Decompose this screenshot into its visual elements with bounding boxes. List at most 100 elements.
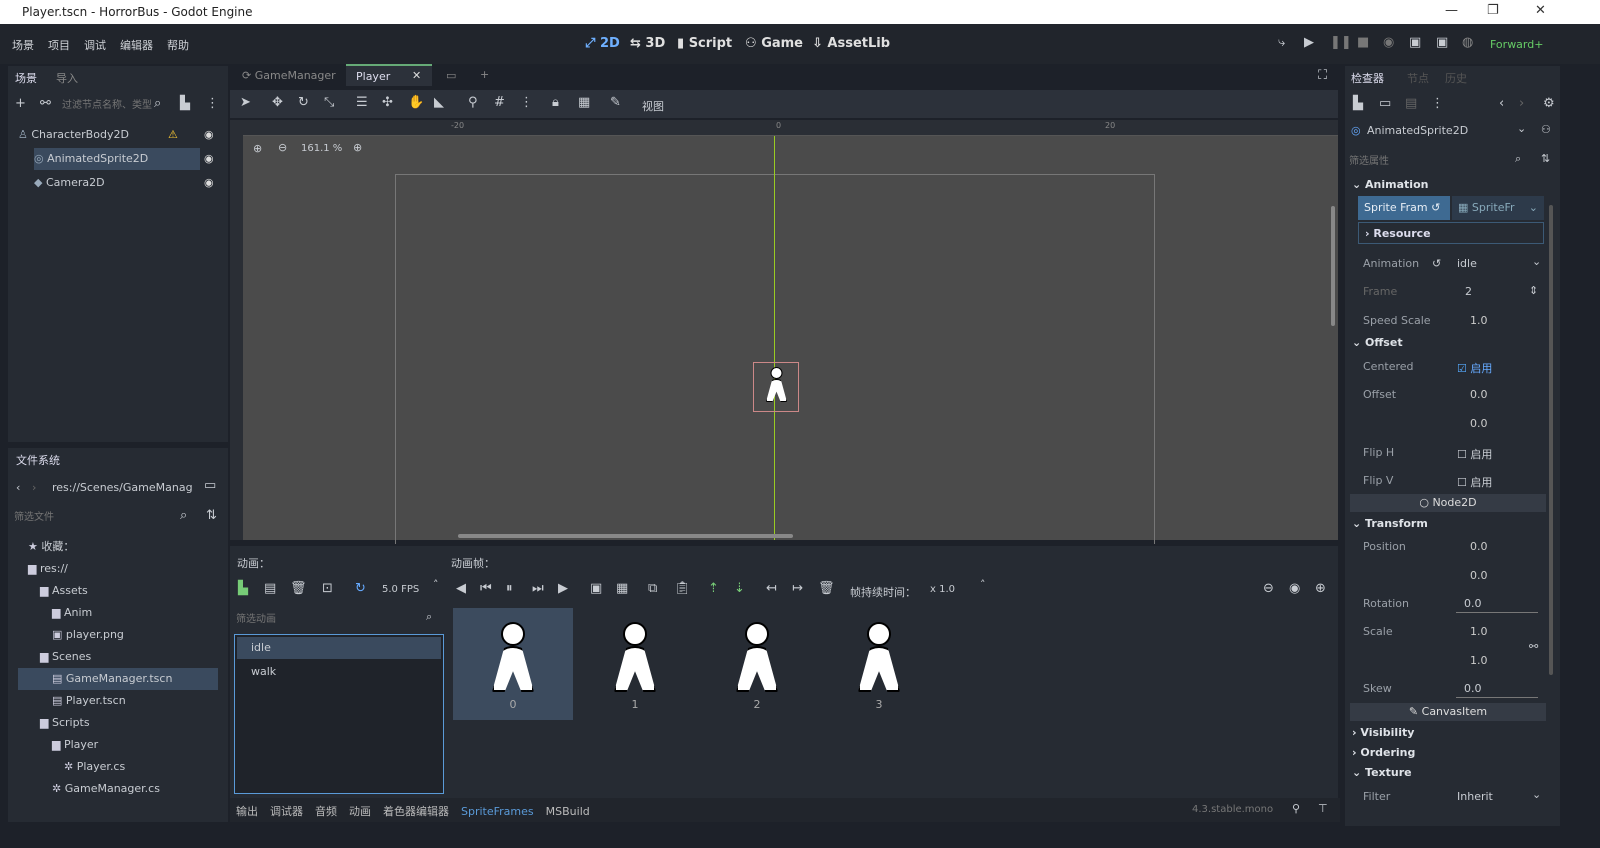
smart-snap-icon[interactable]: ⚲ bbox=[468, 95, 478, 110]
mode-script-button[interactable]: ▮ Script bbox=[677, 36, 732, 51]
file-item[interactable]: ★ 收藏： bbox=[18, 536, 218, 558]
chevron-down-icon[interactable]: ⌄ bbox=[1532, 255, 1541, 268]
sprite-frames-property[interactable]: Sprite Fram ↺ bbox=[1358, 196, 1450, 220]
file-item[interactable]: ▆ Player bbox=[18, 734, 218, 756]
group-icon[interactable]: ▦ bbox=[578, 95, 590, 110]
list-select-icon[interactable]: ☰ bbox=[356, 95, 368, 110]
new-resource-icon[interactable]: ▙ bbox=[1353, 96, 1363, 111]
tab-scene[interactable]: 场景 bbox=[15, 70, 37, 86]
file-item[interactable]: ✲ Player.cs bbox=[18, 756, 218, 778]
copy-frame-icon[interactable]: ⧉ bbox=[648, 581, 657, 596]
file-item[interactable]: ✲ GameManager.cs bbox=[18, 778, 218, 800]
save-resource-icon[interactable]: ▤ bbox=[1405, 96, 1417, 111]
insert-before-icon[interactable]: ⇡ bbox=[708, 581, 719, 596]
close-tab-icon[interactable]: ✕ bbox=[412, 69, 421, 82]
object-properties-icon[interactable]: ⚙ bbox=[1543, 96, 1555, 111]
editor-tab-gamemanager[interactable]: ⟳ GameManager bbox=[242, 69, 336, 82]
editor-tab-player[interactable]: Player ✕ bbox=[346, 64, 432, 86]
pause-icon[interactable]: ❚❚ bbox=[1330, 35, 1352, 50]
layout-icon[interactable]: ▭ bbox=[204, 478, 216, 493]
ruler-icon[interactable]: ◣ bbox=[434, 95, 444, 110]
move-left-icon[interactable]: ↤ bbox=[766, 581, 777, 596]
play-backwards-icon[interactable]: ◀ bbox=[456, 581, 466, 596]
stop-icon[interactable]: ■ bbox=[1357, 35, 1369, 50]
file-item[interactable]: ▆ Scripts bbox=[18, 712, 218, 734]
tab-inspector[interactable]: 检查器 bbox=[1351, 70, 1384, 86]
flip-h-checkbox[interactable]: ☐ 启用 bbox=[1457, 446, 1492, 462]
animation-filter-input[interactable] bbox=[236, 610, 416, 628]
bone-icon[interactable]: ✎ bbox=[610, 95, 621, 110]
back-icon[interactable]: ‹ bbox=[16, 481, 20, 494]
tree-node-camera2d[interactable]: ◆ Camera2D ◉ bbox=[34, 172, 224, 194]
loop-icon[interactable]: ↻ bbox=[355, 581, 366, 596]
menu-scene[interactable]: 场景 bbox=[12, 37, 34, 53]
stepper-icon[interactable]: ⇕ bbox=[1529, 284, 1538, 297]
autoplay-icon[interactable]: ⊡ bbox=[322, 581, 333, 596]
vertical-scrollbar[interactable] bbox=[1331, 206, 1335, 326]
file-item[interactable]: ▆ res:// bbox=[18, 558, 218, 580]
rotate-tool-icon[interactable]: ↻ bbox=[298, 95, 309, 110]
skew-slider[interactable]: 0.0 bbox=[1464, 682, 1482, 695]
centered-checkbox[interactable]: ☑ 启用 bbox=[1457, 360, 1492, 376]
duration-stepper[interactable]: ˄ bbox=[980, 578, 986, 591]
pivot-icon[interactable]: ✣ bbox=[382, 95, 393, 110]
pin-icon[interactable]: ⚲ bbox=[1292, 802, 1300, 815]
delete-frame-icon[interactable]: 🗑︎ bbox=[818, 581, 835, 596]
property-filter-input[interactable] bbox=[1349, 152, 1509, 170]
frame-duration-field[interactable]: x 1.0 bbox=[930, 584, 955, 595]
grid-snap-icon[interactable]: # bbox=[494, 95, 505, 110]
add-frame-file-icon[interactable]: ▣ bbox=[590, 581, 602, 596]
view-menu[interactable]: 视图 bbox=[642, 98, 664, 114]
tab-import[interactable]: 导入 bbox=[56, 70, 78, 86]
play-from-start-icon[interactable]: ⏭ bbox=[532, 581, 544, 596]
bottom-tab[interactable]: 调试器 bbox=[270, 805, 303, 818]
warning-icon[interactable]: ⚠ bbox=[168, 124, 178, 146]
offset-x-field[interactable]: 0.0 bbox=[1470, 388, 1488, 401]
flip-v-checkbox[interactable]: ☐ 启用 bbox=[1457, 474, 1492, 490]
chevron-down-icon[interactable]: ⌄ bbox=[1532, 788, 1541, 801]
zoom-out-frames-icon[interactable]: ⊖ bbox=[1263, 581, 1274, 596]
file-filter-input[interactable] bbox=[14, 508, 174, 526]
pause-animation-icon[interactable]: ⏸ bbox=[506, 581, 513, 596]
visibility-icon[interactable]: ◉ bbox=[204, 124, 214, 146]
bottom-tab[interactable]: 动画 bbox=[349, 805, 371, 818]
tree-node-characterbody2d[interactable]: ♙ CharacterBody2D ⚠ ◉ bbox=[18, 124, 218, 146]
rotation-slider[interactable]: 0.0 bbox=[1464, 597, 1482, 610]
bottom-tab[interactable]: 着色器编辑器 bbox=[383, 805, 449, 818]
zoom-in-icon[interactable]: ⊕ bbox=[353, 141, 362, 154]
movie-icon[interactable]: ◉ bbox=[1383, 35, 1394, 50]
section-offset[interactable]: ⌄ Offset bbox=[1352, 336, 1403, 349]
tree-node-animatedsprite2d[interactable]: ◎ AnimatedSprite2D bbox=[34, 148, 200, 170]
animation-item-idle[interactable]: idle bbox=[237, 637, 441, 659]
move-right-icon[interactable]: ↦ bbox=[792, 581, 803, 596]
paste-frame-icon[interactable]: 📋︎ bbox=[674, 581, 691, 596]
file-item[interactable]: ▆ Assets bbox=[18, 580, 218, 602]
more-icon[interactable]: ⋮ bbox=[206, 96, 219, 111]
file-item[interactable]: ▤ Player.tscn bbox=[18, 690, 218, 712]
script-attach-icon[interactable]: ▙ bbox=[180, 96, 190, 111]
maximize-button[interactable]: ❐ bbox=[1487, 3, 1499, 18]
fps-field[interactable]: 5.0 FPS bbox=[382, 584, 419, 595]
property-settings-icon[interactable]: ⇅ bbox=[1541, 152, 1550, 165]
lock-icon[interactable]: 🔒︎ bbox=[552, 95, 559, 110]
add-frame-sheet-icon[interactable]: ▦ bbox=[616, 581, 628, 596]
sprite-frames-resource[interactable]: ▦ SpriteFr ⌄ bbox=[1452, 196, 1544, 220]
zoom-in-frames-icon[interactable]: ⊕ bbox=[1315, 581, 1326, 596]
scale-y-field[interactable]: 1.0 bbox=[1470, 654, 1488, 667]
pan-icon[interactable]: ✋ bbox=[408, 95, 424, 110]
history-back-icon[interactable]: ‹ bbox=[1499, 96, 1504, 111]
tab-history[interactable]: 历史 bbox=[1445, 70, 1467, 86]
section-texture[interactable]: ⌄ Texture bbox=[1352, 766, 1412, 779]
history-forward-icon[interactable]: › bbox=[1519, 96, 1524, 111]
frame-thumbnail[interactable]: 2 bbox=[697, 608, 817, 720]
node-info-icon[interactable]: ⚇ bbox=[1541, 123, 1551, 136]
play-custom-icon[interactable]: ▣ bbox=[1436, 35, 1448, 50]
play-scene-icon[interactable]: ▣ bbox=[1409, 35, 1421, 50]
select-tool-icon[interactable]: ➤ bbox=[240, 95, 251, 110]
file-item[interactable]: ▤ GameManager.tscn bbox=[18, 668, 218, 690]
bottom-tab[interactable]: MSBuild bbox=[546, 805, 590, 818]
revert-icon[interactable]: ↺ bbox=[1432, 257, 1441, 270]
forward-icon[interactable]: › bbox=[32, 481, 36, 494]
position-x-field[interactable]: 0.0 bbox=[1470, 540, 1488, 553]
mode-assetlib-button[interactable]: ⇩ AssetLib bbox=[812, 36, 890, 51]
